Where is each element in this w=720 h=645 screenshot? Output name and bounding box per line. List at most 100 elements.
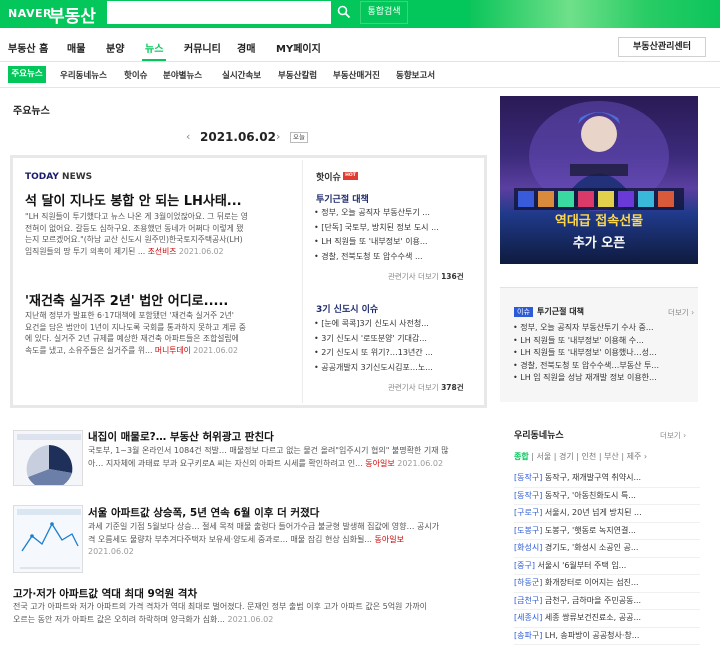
subnav-magazine[interactable]: 부동산매거진 <box>333 69 380 81</box>
topic-item[interactable]: • 3기 신도시 '로또분양' 기대감... <box>314 332 484 347</box>
ad-headline: 역대급 접속선물 <box>500 210 698 229</box>
news-1-thumbnail[interactable] <box>13 430 83 486</box>
today-news-logo: TODAY NEWS <box>25 172 92 182</box>
news-3-title[interactable]: 고가·저가 아파트값 역대 최대 9억원 격차 <box>13 586 197 601</box>
naver-logo[interactable]: NAVER <box>8 7 52 20</box>
subnav-category-news[interactable]: 분야별뉴스 <box>163 69 202 81</box>
tab-seoul[interactable]: 서울 <box>537 452 552 461</box>
local-news-title: 우리동네뉴스 <box>514 428 564 441</box>
issue-list-item[interactable]: • LH 직원들 또 '내부정보' 이용해 수... <box>513 335 659 348</box>
issue-list-item[interactable]: • 경찰, 전북도청 또 압수수색…부동산 투... <box>513 360 659 373</box>
topic-item[interactable]: • [눈에 콕콕]3기 신도시 사전청... <box>314 317 484 332</box>
issue-more-link[interactable]: 더보기 › <box>668 307 694 318</box>
tab-all[interactable]: 종합 <box>514 452 529 461</box>
article-count: 378건 <box>441 383 464 392</box>
local-news-item[interactable]: [동작구] 동작구, '아동친화도시 특... <box>514 488 700 506</box>
topic-item[interactable]: • [단독] 국토부, 방치된 정보 도시 ... <box>314 221 484 236</box>
today-button[interactable]: 오늘 <box>290 132 308 143</box>
topic-item-text: 2기 신도시 또 위기?…13년간 ... <box>321 348 433 357</box>
tab-busan[interactable]: 부산 <box>604 452 619 461</box>
news-1-title[interactable]: 내집이 매물로?… 부동산 허위광고 판친다 <box>88 429 274 444</box>
topic-1-more[interactable]: 관련기사 더보기 136건 <box>388 271 464 282</box>
nav-mypage[interactable]: MY페이지 <box>276 40 321 55</box>
source-label: 조선비즈 <box>148 247 177 256</box>
hot-badge: HOT <box>343 172 358 180</box>
subnav-report[interactable]: 동향보고서 <box>396 69 435 81</box>
nav-news[interactable]: 뉴스 <box>145 40 163 55</box>
chart-point <box>30 534 34 538</box>
local-news-item[interactable]: [중구] 서울시 '6월부터 주택 임... <box>514 558 700 576</box>
news-2-title[interactable]: 서울 아파트값 상승폭, 5년 연속 6월 이후 더 커졌다 <box>88 505 319 520</box>
topic-item-text: 정부, 오늘 공직자 부동산투기 ... <box>321 208 430 217</box>
topic-1-title[interactable]: 투기근절 대책 <box>316 192 369 205</box>
local-news-item[interactable]: [구로구] 서울시, 20년 넘게 방치된 ... <box>514 505 700 523</box>
topic-item[interactable]: • 정부, 오늘 공직자 부동산투기 ... <box>314 206 484 221</box>
agency-center-button[interactable]: 부동산관리센터 <box>618 37 706 57</box>
prev-date-arrow-icon[interactable]: ‹ <box>186 130 190 143</box>
subnav-breaking[interactable]: 실시간속보 <box>222 69 261 81</box>
local-news-text: 화개장터로 이어지는 섬진... <box>545 578 639 587</box>
issue-item-text: 경찰, 전북도청 또 압수수색…부동산 투... <box>520 361 659 370</box>
article-date: 2021.06.02 <box>88 546 488 559</box>
top-article-2-summary[interactable]: 지난해 정부가 발표한 6·17대책에 포함됐던 '재건축 실거주 2년' 요건… <box>25 310 295 356</box>
search-icon <box>337 5 351 19</box>
issue-item-text: LH 직원들 또 '내부정보' 이용했나…성... <box>520 348 656 357</box>
subnav-local-news[interactable]: 우리동네뉴스 <box>60 69 107 81</box>
region-label: [송파구] <box>514 631 542 640</box>
tab-gyeonggi[interactable]: 경기 <box>559 452 574 461</box>
subnav-main-news[interactable]: 주요뉴스 <box>8 66 46 83</box>
tab-jeju[interactable]: 제주 <box>627 452 642 461</box>
top-article-1-summary[interactable]: "LH 직원들이 투기했다고 뉴스 나온 게 3월이었잖아요. 그 뒤로는 영 … <box>25 211 295 257</box>
topic-item[interactable]: • 경찰, 전북도청 또 압수수색 ... <box>314 250 484 265</box>
local-news-item[interactable]: [송파구] LH, 송파방이 공공청사·창... <box>514 628 700 645</box>
tab-incheon[interactable]: 인천 <box>582 452 597 461</box>
news-body-line: 오르는 동안 저가 아파트 값은 오히려 하락하며 양극화가 심화... 202… <box>13 614 491 627</box>
subnav-hot-issue[interactable]: 핫이슈 <box>124 69 147 81</box>
local-news-item[interactable]: [하동군] 화개장터로 이어지는 섬진... <box>514 575 700 593</box>
issue-panel-title[interactable]: 투기근절 대책 <box>537 306 584 317</box>
search-button[interactable] <box>332 0 356 25</box>
topic-item[interactable]: • 공공개발지 3기신도시김포…노... <box>314 361 484 376</box>
topic-item-text: 3기 신도시 '로또분양' 기대감... <box>321 334 427 343</box>
region-label: [도봉구] <box>514 526 542 535</box>
source-label: 동아일보 <box>374 535 403 544</box>
local-news-more-link[interactable]: 더보기 › <box>660 430 686 441</box>
nav-auction[interactable]: 경매 <box>237 40 255 55</box>
region-label: [금천구] <box>514 596 542 605</box>
nav-home[interactable]: 부동산 홈 <box>8 40 48 55</box>
top-article-1-headline[interactable]: 석 달이 지나도 봉합 안 되는 LH사태... <box>25 190 242 209</box>
nav-presale[interactable]: 분양 <box>106 40 124 55</box>
news-1-body[interactable]: 국토부, 1~3월 온라인서 1084건 적발… 매물정보 다르고 없는 물건 … <box>88 445 488 470</box>
summary-line: 임직원들의 땅 투기 의혹이 제기된 ... 조선비즈 2021.06.02 <box>25 246 295 258</box>
service-logo[interactable]: 부동산 <box>49 2 96 27</box>
issue-list-item[interactable]: • LH 직원들 또 '내부정보' 이용했나…성... <box>513 347 659 360</box>
topic-item[interactable]: • 2기 신도시 또 위기?…13년간 ... <box>314 346 484 361</box>
issue-list-item[interactable]: • LH 임 직원을 성남 재개발 정보 이용한... <box>513 372 659 385</box>
nav-community[interactable]: 커뮤니티 <box>184 40 221 55</box>
next-date-arrow-icon[interactable]: › <box>276 130 280 143</box>
top-article-2-headline[interactable]: '재건축 실거주 2년' 법안 어디로..... <box>25 290 228 309</box>
summary-text: 임직원들의 땅 투기 의혹이 제기된 ... <box>25 247 145 256</box>
local-news-item[interactable]: [도봉구] 도봉구, '햇동로 녹지연결... <box>514 523 700 541</box>
local-news-item[interactable]: [화성시] 경기도, '화성시 소공인 공... <box>514 540 700 558</box>
nav-listings[interactable]: 매물 <box>67 40 85 55</box>
region-label: [동작구] <box>514 491 542 500</box>
tabs-scroll-arrow-icon[interactable]: › <box>644 452 647 461</box>
news-2-thumbnail[interactable] <box>13 505 83 573</box>
integrated-search-button[interactable]: 통합검색 <box>360 1 408 24</box>
news-2-body[interactable]: 과세 기준일 기점 5월보다 상승… 절세 목적 매물 출렁다 들어가수급 불균… <box>88 521 488 559</box>
summary-line: 에 있다. 실거주 2년 규제를 예상한 재건축 아파트들은 조합설립에 <box>25 333 295 345</box>
topic-2-more[interactable]: 관련기사 더보기 378건 <box>388 382 464 393</box>
news-3-body[interactable]: 전국 고가 아파트와 저가 아파트의 가격 격차가 역대 최대로 벌어졌다. 문… <box>13 601 491 626</box>
search-input[interactable] <box>106 0 332 25</box>
topic-item[interactable]: • LH 직원들 또 '내부정보' 이용... <box>314 235 484 250</box>
issue-list-item[interactable]: • 정부, 오늘 공직자 부동산투기 수사 중... <box>513 322 659 335</box>
local-news-item[interactable]: [동작구] 동작구, 재개발구역 취약시... <box>514 470 700 488</box>
summary-line: 는지 모르겠어요."(하남 교산 신도시 원주민)한국토지주택공사(LH) <box>25 234 295 246</box>
subnav-column[interactable]: 부동산칼럼 <box>278 69 317 81</box>
topic-2-title[interactable]: 3기 신도시 이슈 <box>316 302 378 315</box>
news-body-text: 오르는 동안 저가 아파트 값은 오히려 하락하며 양극화가 심화... <box>13 615 225 624</box>
local-news-item[interactable]: [금천구] 금천구, 금하마을 주민공동... <box>514 593 700 611</box>
summary-line: "LH 직원들이 투기했다고 뉴스 나온 게 3월이었잖아요. 그 뒤로는 영 <box>25 211 295 223</box>
local-news-text: LH, 송파방이 공공청사·창... <box>545 631 640 640</box>
